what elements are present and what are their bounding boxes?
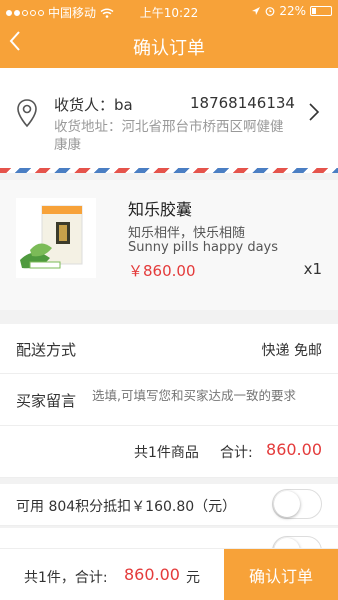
- battery-icon: [310, 6, 332, 16]
- message-row: 买家留言: [0, 374, 338, 426]
- message-label: 买家留言: [16, 392, 77, 410]
- alarm-icon: [265, 7, 275, 16]
- location-icon: [252, 7, 261, 15]
- order-summary: 共1件商品 合计: 860.00: [0, 426, 338, 478]
- product-item[interactable]: 知乐胶囊 知乐相伴，快乐相随 Sunny pills happy days ￥8…: [0, 180, 338, 310]
- partial-row: [0, 528, 338, 566]
- summary-total-label: 合计:: [220, 445, 253, 461]
- map-pin-icon: [17, 99, 37, 128]
- product-name: 知乐胶囊: [128, 200, 193, 219]
- address-card[interactable]: 收货人：ba 18768146134 收货地址：河北省邢台市桥西区啊健健康康: [0, 68, 338, 168]
- nav-bar: 确认订单: [0, 22, 338, 68]
- confirm-order-button[interactable]: 确认订单: [224, 549, 338, 600]
- page-title: 确认订单: [133, 38, 205, 59]
- status-right: 22%: [251, 4, 332, 18]
- shipping-row[interactable]: 配送方式 快递 免邮: [0, 324, 338, 374]
- points-label: 可用 804积分抵扣￥160.80（元）: [16, 499, 237, 515]
- product-image: [16, 198, 96, 278]
- recipient-name: 收货人：ba: [54, 96, 133, 114]
- shipping-label: 配送方式: [16, 341, 77, 359]
- battery-percent: 22%: [279, 4, 306, 18]
- product-slogan-en: Sunny pills happy days: [128, 240, 279, 255]
- product-slogan: 知乐相伴，快乐相随: [128, 226, 246, 241]
- status-bar: 中国移动 上午10:22 22%: [0, 0, 338, 22]
- recipient-phone: 18768146134: [190, 94, 295, 112]
- product-quantity: x1: [303, 260, 322, 278]
- footer-count: 共1件，合计:: [24, 570, 108, 586]
- points-toggle[interactable]: [272, 489, 322, 519]
- summary-count: 共1件商品: [134, 445, 199, 461]
- shipping-value: 快递 免邮: [261, 343, 322, 359]
- product-price: ￥860.00: [128, 262, 196, 280]
- points-row: 可用 804积分抵扣￥160.80（元）: [0, 484, 338, 526]
- airmail-divider: [0, 168, 338, 173]
- recipient-address: 收货地址：河北省邢台市桥西区啊健健康康: [54, 119, 284, 153]
- chevron-right-icon: [308, 102, 320, 128]
- summary-total: 860.00: [266, 440, 322, 459]
- footer-amount: 860.00: [124, 565, 180, 584]
- message-input[interactable]: [92, 388, 332, 403]
- footer-bar: 共1件，合计: 860.00 元 确认订单: [0, 548, 338, 600]
- footer-unit: 元: [186, 570, 200, 586]
